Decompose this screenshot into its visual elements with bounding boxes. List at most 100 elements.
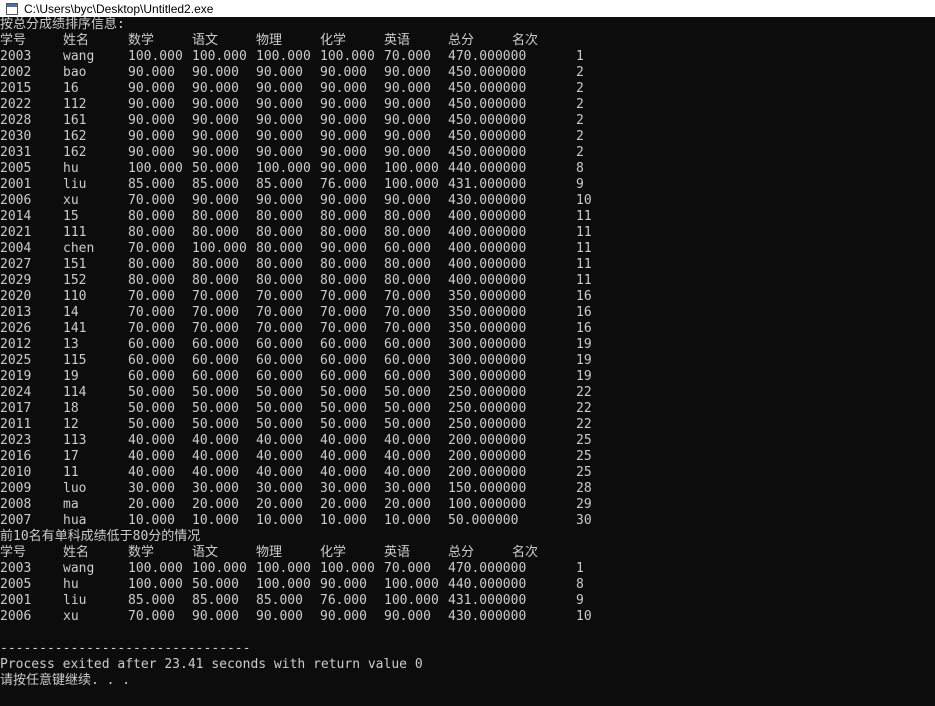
table-cell: 60.000 bbox=[320, 337, 367, 352]
separator-line: -------------------------------- bbox=[0, 641, 251, 656]
table-cell: 25 bbox=[576, 465, 592, 480]
column-header: 化学 bbox=[320, 545, 347, 560]
table-cell: 350.000000 bbox=[448, 305, 527, 320]
table-cell: 400.000000 bbox=[448, 241, 527, 256]
table-cell: 70.000 bbox=[128, 305, 175, 320]
table-cell: 8 bbox=[576, 577, 584, 592]
table-cell: 70.000 bbox=[128, 241, 175, 256]
window-title: C:\Users\byc\Desktop\Untitled2.exe bbox=[24, 1, 214, 16]
table-cell: 450.000000 bbox=[448, 97, 527, 112]
table-cell: 40.000 bbox=[384, 449, 431, 464]
table-cell: 70.000 bbox=[192, 305, 239, 320]
table-cell: 2004 bbox=[0, 241, 32, 256]
table-cell: 30.000 bbox=[192, 481, 239, 496]
table-cell: 50.000 bbox=[320, 417, 367, 432]
table-cell: 29 bbox=[576, 497, 592, 512]
table-cell: 16 bbox=[576, 305, 592, 320]
table-cell: 50.000 bbox=[192, 161, 239, 176]
table-cell: 90.000 bbox=[320, 97, 367, 112]
table-cell: 60.000 bbox=[192, 353, 239, 368]
table-cell: 100.000 bbox=[256, 49, 311, 64]
table-cell: 60.000 bbox=[128, 369, 175, 384]
table-cell: 50.000 bbox=[128, 417, 175, 432]
table-cell: 90.000 bbox=[384, 193, 431, 208]
table-cell: 112 bbox=[63, 97, 87, 112]
table-cell: 30.000 bbox=[256, 481, 303, 496]
table-cell: 80.000 bbox=[128, 273, 175, 288]
table-cell: 2024 bbox=[0, 385, 32, 400]
table-cell: 2 bbox=[576, 97, 584, 112]
table-cell: 25 bbox=[576, 449, 592, 464]
table-cell: 11 bbox=[576, 241, 592, 256]
console-app-icon bbox=[6, 2, 18, 15]
table-cell: 10.000 bbox=[128, 513, 175, 528]
table-cell: 60.000 bbox=[192, 369, 239, 384]
table-cell: 90.000 bbox=[384, 129, 431, 144]
table-cell: 70.000 bbox=[320, 305, 367, 320]
table-cell: 400.000000 bbox=[448, 225, 527, 240]
table-cell: 80.000 bbox=[384, 209, 431, 224]
table-cell: 40.000 bbox=[320, 449, 367, 464]
table-cell: 90.000 bbox=[384, 65, 431, 80]
table-cell: 450.000000 bbox=[448, 65, 527, 80]
table-cell: 100.000 bbox=[128, 161, 183, 176]
table-cell: 80.000 bbox=[128, 225, 175, 240]
table-cell: 18 bbox=[63, 401, 79, 416]
table-cell: 431.000000 bbox=[448, 177, 527, 192]
table-cell: 60.000 bbox=[384, 241, 431, 256]
table-cell: 50.000 bbox=[128, 401, 175, 416]
table-cell: 60.000 bbox=[384, 369, 431, 384]
table-cell: 90.000 bbox=[256, 113, 303, 128]
table-cell: 60.000 bbox=[256, 353, 303, 368]
table-cell: 70.000 bbox=[128, 609, 175, 624]
table-cell: 20.000 bbox=[128, 497, 175, 512]
table-cell: 60.000 bbox=[128, 337, 175, 352]
table-cell: 90.000 bbox=[192, 145, 239, 160]
column-header: 姓名 bbox=[63, 545, 90, 560]
table-cell: 350.000000 bbox=[448, 289, 527, 304]
table-cell: 2007 bbox=[0, 513, 32, 528]
table-cell: 40.000 bbox=[384, 465, 431, 480]
table-cell: 70.000 bbox=[128, 193, 175, 208]
table-cell: 90.000 bbox=[320, 145, 367, 160]
table-cell: 100.000 bbox=[384, 593, 439, 608]
table-cell: 22 bbox=[576, 385, 592, 400]
table-cell: liu bbox=[63, 593, 87, 608]
table-cell: 2 bbox=[576, 81, 584, 96]
table-cell: 8 bbox=[576, 161, 584, 176]
table-cell: 114 bbox=[63, 385, 87, 400]
table-cell: 2 bbox=[576, 129, 584, 144]
table-cell: 50.000 bbox=[256, 417, 303, 432]
table-cell: 60.000 bbox=[256, 369, 303, 384]
table-cell: 90.000 bbox=[192, 65, 239, 80]
table-cell: 40.000 bbox=[128, 449, 175, 464]
table-cell: 80.000 bbox=[256, 241, 303, 256]
table-cell: 1 bbox=[576, 49, 584, 64]
table-cell: 2013 bbox=[0, 305, 32, 320]
table-cell: 400.000000 bbox=[448, 209, 527, 224]
table-cell: 440.000000 bbox=[448, 577, 527, 592]
window-titlebar: C:\Users\byc\Desktop\Untitled2.exe bbox=[0, 0, 935, 17]
table-cell: 400.000000 bbox=[448, 273, 527, 288]
table-cell: 50.000 bbox=[256, 385, 303, 400]
table-cell: 200.000000 bbox=[448, 449, 527, 464]
table-cell: 80.000 bbox=[384, 257, 431, 272]
table-cell: 90.000 bbox=[256, 129, 303, 144]
table-cell: 90.000 bbox=[256, 97, 303, 112]
table-cell: 30.000 bbox=[320, 481, 367, 496]
table-cell: 70.000 bbox=[256, 289, 303, 304]
table-cell: 9 bbox=[576, 593, 584, 608]
table-cell: 300.000000 bbox=[448, 337, 527, 352]
table-cell: 440.000000 bbox=[448, 161, 527, 176]
table-cell: 400.000000 bbox=[448, 257, 527, 272]
table-cell: 80.000 bbox=[320, 225, 367, 240]
table-cell: 430.000000 bbox=[448, 193, 527, 208]
table-cell: 10.000 bbox=[320, 513, 367, 528]
table-cell: 9 bbox=[576, 177, 584, 192]
table-cell: 430.000000 bbox=[448, 609, 527, 624]
table-cell: 2005 bbox=[0, 161, 32, 176]
table-cell: 90.000 bbox=[320, 161, 367, 176]
table-cell: 50.000 bbox=[256, 401, 303, 416]
table-cell: liu bbox=[63, 177, 87, 192]
table-cell: 85.000 bbox=[192, 177, 239, 192]
